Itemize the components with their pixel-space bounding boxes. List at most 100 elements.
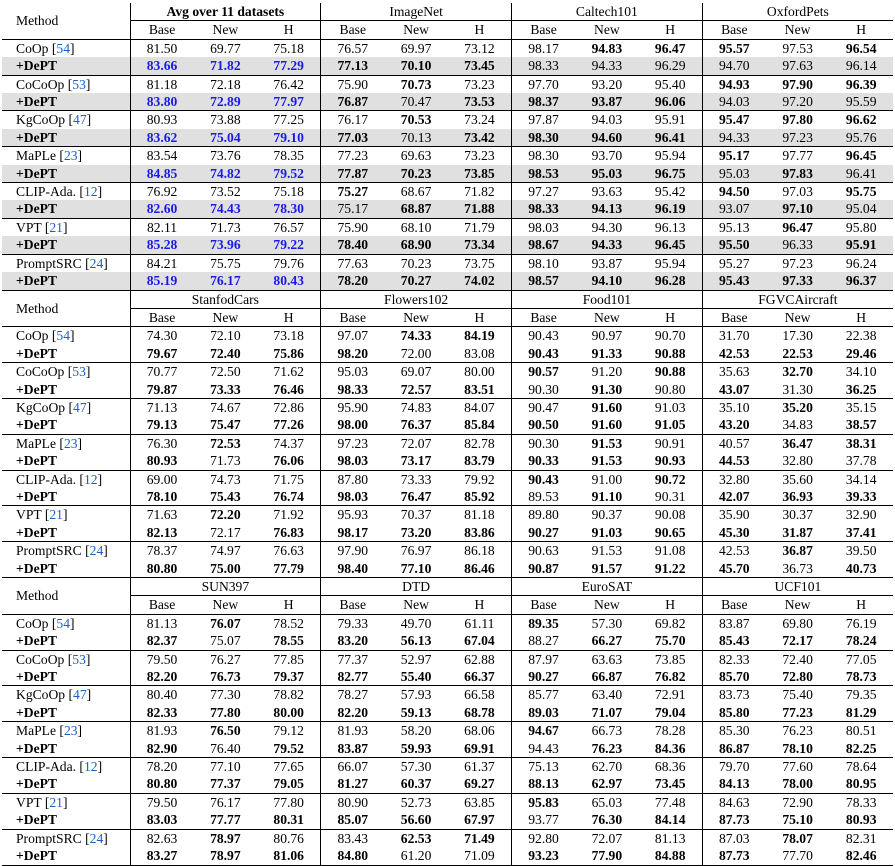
table-row-dept: +DePT 83.80 72.89 77.97 76.87 70.47 73.53 98.37… xyxy=(2,93,893,111)
table-cell: 49.70 xyxy=(384,613,448,633)
citation[interactable]: 23 xyxy=(64,436,78,451)
table-cell: 52.97 xyxy=(384,649,448,669)
dept-label: +DePT xyxy=(2,847,130,866)
citation[interactable]: 23 xyxy=(64,723,78,738)
citation[interactable]: 53 xyxy=(72,652,86,667)
table-cell: 83.79 xyxy=(464,453,495,469)
table-cell: 89.53 xyxy=(511,487,576,506)
citation[interactable]: 23 xyxy=(64,148,78,163)
table-row-dept: +DePT 82.13 72.17 76.83 98.17 73.20 83.86 90.27… xyxy=(2,523,893,542)
table-cell: 84.21 xyxy=(129,253,194,273)
table-cell: 84.14 xyxy=(654,812,686,828)
column-header: H xyxy=(474,597,485,613)
table-cell: 98.57 xyxy=(511,272,576,290)
table-row: PromptSRC [24] 78.37 74.97 76.63 97.90 76.97 8… xyxy=(2,541,893,560)
dept-label: +DePT xyxy=(16,524,57,540)
citation[interactable]: 21 xyxy=(49,220,63,235)
table-cell: 42.53 xyxy=(701,541,766,560)
table-cell: 93.70 xyxy=(575,146,639,165)
table-cell: 82.60 xyxy=(129,200,194,219)
column-header: New xyxy=(403,22,429,38)
table-row: MaPLe [23] 76.30 72.53 74.37 97.23 72.07 82.78… xyxy=(2,433,893,453)
column-header: Base xyxy=(129,308,194,327)
dataset-name: Food101 xyxy=(511,289,703,309)
citation[interactable]: 24 xyxy=(90,256,104,271)
table-cell: 78.52 xyxy=(257,613,321,633)
table-cell: 76.47 xyxy=(400,488,432,504)
dept-label: +DePT xyxy=(16,633,57,649)
citation[interactable]: 24 xyxy=(90,831,104,846)
citation[interactable]: 53 xyxy=(72,364,86,379)
table-cell: 79.12 xyxy=(257,721,321,740)
dataset-label: OxfordPets xyxy=(766,4,829,19)
table-cell: 70.73 xyxy=(384,74,448,94)
table-cell: 78.30 xyxy=(257,200,321,219)
table-cell: 84.85 xyxy=(129,164,194,183)
table-cell: 96.33 xyxy=(765,236,830,255)
table-cell: 77.70 xyxy=(765,847,830,866)
table-cell: 95.94 xyxy=(638,146,703,165)
table-cell: 73.20 xyxy=(400,524,432,540)
table-cell: 94.33 xyxy=(701,128,766,147)
table-cell: 68.87 xyxy=(384,200,448,219)
table-row: KgCoOp [47] 71.13 74.67 72.86 95.90 74.83 84.0… xyxy=(2,397,893,417)
citation[interactable]: 47 xyxy=(73,687,87,702)
table-cell: 82.46 xyxy=(829,847,893,866)
citation[interactable]: 24 xyxy=(90,543,104,558)
table-cell: 75.13 xyxy=(511,757,576,776)
table-cell: 78.07 xyxy=(765,828,830,848)
dataset-name: Avg over 11 datasets xyxy=(129,3,321,22)
column-header: H xyxy=(856,22,867,38)
citation[interactable]: 21 xyxy=(49,507,63,522)
table-cell: 80.00 xyxy=(447,362,512,381)
citation[interactable]: 54 xyxy=(56,41,70,56)
table-cell: 94.03 xyxy=(575,110,639,129)
table-cell: 66.87 xyxy=(591,669,623,685)
table-cell: 40.73 xyxy=(845,560,877,576)
table-cell: 78.28 xyxy=(638,721,703,740)
citation[interactable]: 12 xyxy=(84,759,98,774)
table-cell: 71.73 xyxy=(210,453,241,469)
table-cell: 95.80 xyxy=(829,217,893,237)
table-cell: 96.39 xyxy=(829,74,893,94)
table-cell: 77.10 xyxy=(193,757,258,776)
table-cell: 76.97 xyxy=(384,541,448,560)
citation[interactable]: 54 xyxy=(56,328,70,343)
table-cell: 63.85 xyxy=(447,792,512,812)
table-cell: 78.97 xyxy=(193,847,258,866)
dataset-label: ImageNet xyxy=(389,4,443,19)
citation[interactable]: 47 xyxy=(73,400,87,415)
citation[interactable]: 21 xyxy=(49,795,63,810)
column-header: Base xyxy=(701,308,766,327)
table-cell: 80.93 xyxy=(845,812,877,828)
table-cell: 60.37 xyxy=(400,776,432,792)
table-cell: 81.27 xyxy=(320,775,385,794)
table-cell: 36.73 xyxy=(782,560,813,576)
table-cell: 31.30 xyxy=(782,381,813,397)
dept-label: +DePT xyxy=(2,128,130,147)
table-cell: 90.65 xyxy=(654,524,686,540)
table-cell: 72.20 xyxy=(193,505,258,524)
table-cell: 87.73 xyxy=(701,847,766,866)
table-cell: 98.33 xyxy=(320,380,385,399)
citation[interactable]: 12 xyxy=(84,472,98,487)
table-cell: 98.53 xyxy=(511,164,576,183)
table-cell: 83.54 xyxy=(129,146,194,165)
table-row: CoCoOp [53] 81.18 72.18 76.42 75.90 70.73 73.2… xyxy=(2,74,893,94)
table-cell: 79.52 xyxy=(273,740,304,756)
table-cell: 95.59 xyxy=(829,93,893,111)
dept-label: +DePT xyxy=(2,57,130,76)
dataset-name: OxfordPets xyxy=(701,3,893,22)
citation[interactable]: 12 xyxy=(84,184,98,199)
table-cell: 91.03 xyxy=(591,524,623,540)
table-cell: 85.19 xyxy=(129,272,194,290)
dept-label: +DePT xyxy=(16,381,57,397)
table-cell: 96.45 xyxy=(829,146,893,165)
table-cell: 61.37 xyxy=(447,757,512,776)
table-cell: 75.43 xyxy=(210,488,241,504)
citation[interactable]: 47 xyxy=(73,112,87,127)
method-header: Method xyxy=(16,13,59,29)
citation[interactable]: 54 xyxy=(56,616,70,631)
table-cell: 96.41 xyxy=(829,164,893,183)
citation[interactable]: 53 xyxy=(72,77,86,92)
